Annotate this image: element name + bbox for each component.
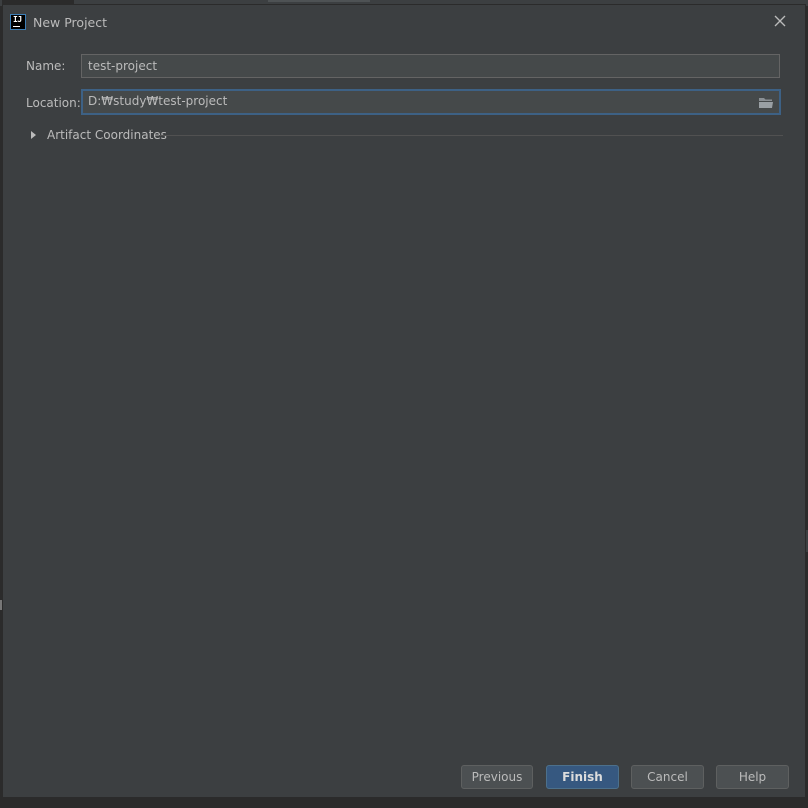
finish-button[interactable]: Finish [546, 765, 619, 789]
cancel-button[interactable]: Cancel [631, 765, 704, 789]
dialog-title: New Project [33, 15, 108, 30]
app-icon-text: IJ [13, 15, 22, 24]
location-field[interactable]: D:₩study₩test-project [81, 89, 781, 115]
name-field-value: test-project [88, 59, 158, 73]
close-button[interactable] [773, 14, 787, 28]
artifact-coordinates-toggle[interactable]: Artifact Coordinates [31, 128, 783, 143]
background-tab-highlight [268, 0, 370, 2]
name-label: Name: [26, 59, 66, 73]
location-label: Location: [26, 96, 81, 110]
previous-button[interactable]: Previous [461, 765, 533, 789]
close-icon [774, 15, 786, 27]
new-project-dialog: IJ New Project Name: test-project Locati… [2, 4, 806, 798]
folder-icon[interactable] [758, 95, 774, 108]
intellij-icon: IJ [10, 14, 26, 30]
help-button[interactable]: Help [716, 765, 789, 789]
name-field[interactable]: test-project [81, 54, 780, 78]
section-divider [159, 135, 783, 136]
location-field-value: D:₩study₩test-project [88, 94, 228, 108]
triangle-right-icon [31, 131, 36, 139]
dialog-titlebar[interactable]: IJ New Project [3, 5, 805, 39]
artifact-coordinates-label: Artifact Coordinates [47, 128, 167, 142]
